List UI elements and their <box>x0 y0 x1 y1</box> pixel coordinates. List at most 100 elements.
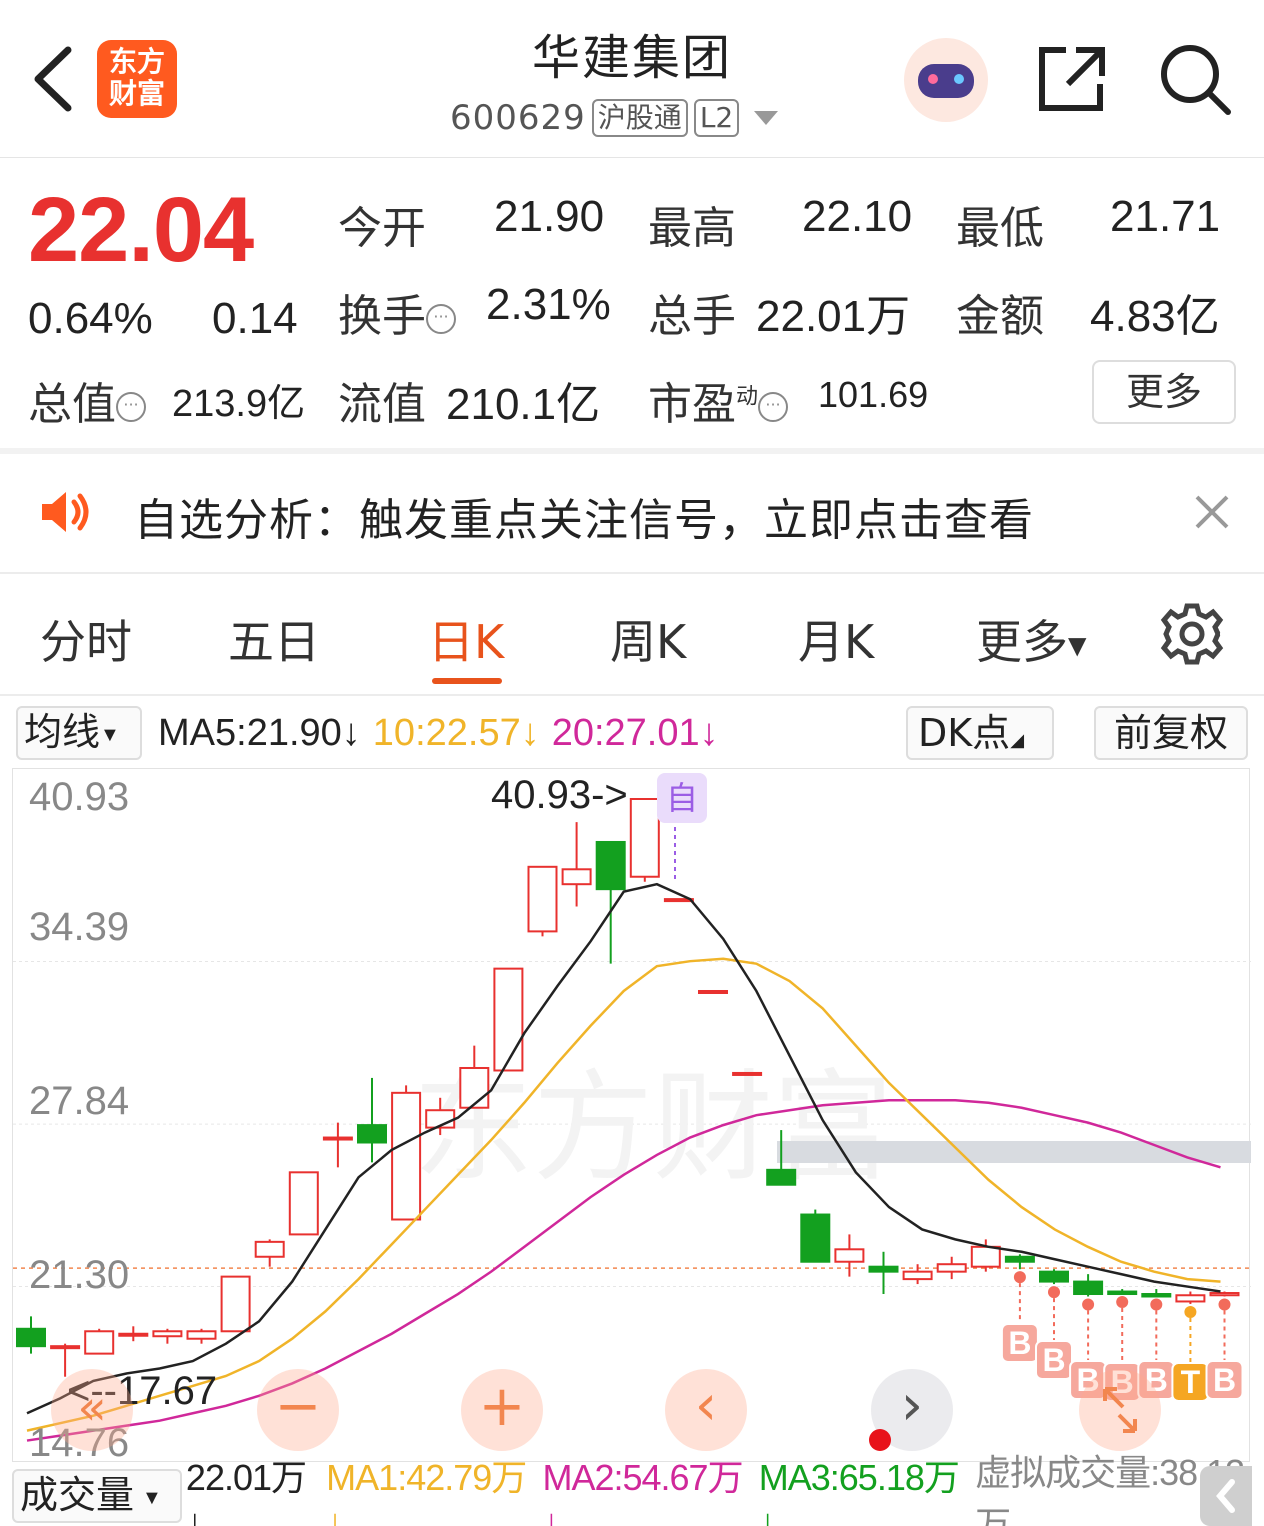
settings-gear-icon[interactable] <box>1160 602 1224 666</box>
candle <box>868 1251 899 1295</box>
tab-intraday[interactable]: 分时 <box>40 606 132 672</box>
float-value: 210.1亿 <box>446 380 601 429</box>
tab-five-day[interactable]: 五日 <box>228 606 320 672</box>
speaker-icon <box>42 492 89 532</box>
signal-label: B <box>1008 1325 1031 1361</box>
volume-ma1: MA1:42.79万↓ <box>326 1457 527 1526</box>
candle-body <box>834 1248 865 1263</box>
candle <box>1175 1291 1206 1304</box>
down-arrow-icon: ↓ <box>341 711 361 754</box>
signal-dot <box>1048 1286 1060 1299</box>
tab-monthly-k[interactable]: 月K <box>798 606 874 672</box>
expand-arrows-icon <box>1103 1387 1137 1433</box>
self-select-tag[interactable]: 自 <box>657 773 707 823</box>
candle <box>1039 1269 1069 1285</box>
candle <box>288 1171 319 1236</box>
zoom-in-button[interactable]: + <box>461 1369 543 1451</box>
ma-selector-label: 均线 <box>24 712 101 754</box>
candle <box>732 1071 763 1076</box>
pe-label[interactable]: 市盈动 ··· <box>648 368 789 432</box>
candle-body <box>629 798 660 878</box>
last-price: 22.04 <box>28 179 254 281</box>
turnover-label-text: 换手 <box>338 291 426 342</box>
y-label-2: 34.39 <box>29 905 130 949</box>
close-icon[interactable] <box>1194 494 1230 530</box>
more-quote-button[interactable]: 更多 <box>1092 360 1236 424</box>
candle <box>322 1122 353 1168</box>
red-dot-indicator <box>869 1429 891 1451</box>
candle-body <box>186 1330 217 1340</box>
candle-body <box>288 1171 319 1236</box>
stock-code: 600629 <box>450 98 586 138</box>
candle <box>936 1256 967 1280</box>
candle <box>800 1209 831 1263</box>
candle-body <box>1039 1270 1069 1283</box>
max-annotation: 40.93-> <box>491 773 628 817</box>
dropdown-triangle-icon: ▼ <box>142 1486 162 1509</box>
volume-ma2: MA2:54.67万↓ <box>542 1457 743 1526</box>
divider <box>0 694 1264 696</box>
search-icon[interactable] <box>1158 42 1232 116</box>
candle <box>527 865 558 937</box>
signal-dot <box>1150 1298 1163 1311</box>
volume-current: 22.01万↓ <box>185 1457 307 1526</box>
volume-label: 总手 <box>648 291 736 342</box>
expand-button[interactable] <box>1079 1369 1161 1451</box>
side-panel-toggle[interactable] <box>1200 1466 1252 1526</box>
ma-legend-row: 均线▼ MA5:21.90 ↓ 10:22.57 ↓ 20:27.01 ↓ <box>16 706 719 760</box>
share-icon[interactable] <box>1036 44 1108 114</box>
tab-more[interactable]: 更多▼ <box>976 606 1086 672</box>
candle-body <box>16 1327 46 1348</box>
candle-body <box>50 1345 81 1350</box>
high-value: 22.10 <box>802 192 913 241</box>
zoom-out-button[interactable]: − <box>257 1369 339 1451</box>
candle <box>152 1328 183 1344</box>
scroll-first-button[interactable]: « <box>51 1369 133 1451</box>
pe-label-text: 市盈 <box>648 379 736 430</box>
candle <box>254 1239 285 1267</box>
change-amount: 0.14 <box>212 294 298 343</box>
prev-button[interactable]: ‹ <box>665 1369 747 1451</box>
adjust-button[interactable]: 前复权 <box>1094 706 1248 760</box>
candle <box>1209 1291 1240 1297</box>
turnover-label[interactable]: 换手 ··· <box>338 280 456 344</box>
tab-daily-k[interactable]: 日K <box>428 606 504 672</box>
kline-chart[interactable]: 东方财富 BBBBBTB 40.93 34.39 27.84 21.30 14.… <box>12 768 1251 1465</box>
candle <box>1004 1254 1035 1270</box>
notice-text[interactable]: 自选分析：触发重点关注信号，立即点击查看 <box>134 484 1034 548</box>
candle-body <box>902 1270 933 1281</box>
candle <box>84 1328 115 1355</box>
candle-body <box>391 1091 422 1221</box>
robot-assistant-icon[interactable] <box>904 38 988 122</box>
candle-body <box>698 989 728 994</box>
ma-selector[interactable]: 均线▼ <box>16 706 142 760</box>
open-value: 21.90 <box>494 192 605 241</box>
volume-selector[interactable]: 成交量 ▼ <box>12 1469 182 1523</box>
dk-point-button[interactable]: DK点◢ <box>906 706 1054 760</box>
info-icon[interactable]: ··· <box>116 392 146 422</box>
info-icon[interactable]: ··· <box>758 392 789 422</box>
stock-code-row[interactable]: 600629 沪股通 L2 <box>450 96 781 140</box>
active-tab-indicator <box>432 678 502 684</box>
connect-tag: 沪股通 <box>591 99 688 137</box>
candle-body <box>118 1332 149 1337</box>
volume-selector-label: 成交量 <box>20 1475 135 1517</box>
candle-body <box>970 1245 1001 1268</box>
candle-body <box>766 1168 797 1186</box>
candle-body <box>1209 1292 1240 1297</box>
dropdown-triangle-icon: ▼ <box>1068 631 1087 660</box>
y-label-4: 21.30 <box>29 1253 130 1297</box>
tab-weekly-k[interactable]: 周K <box>610 606 686 672</box>
signal-label: B <box>1042 1342 1065 1378</box>
candle-body <box>152 1330 183 1338</box>
divider <box>0 448 1264 454</box>
pe-value: 101.69 <box>818 374 929 415</box>
signal-dot <box>1184 1305 1197 1318</box>
ma5-value: MA5:21.90 <box>158 711 342 754</box>
candle <box>118 1326 149 1342</box>
info-icon[interactable]: ··· <box>426 304 456 334</box>
down-arrow-icon: ↓ <box>699 711 719 754</box>
mcap-label[interactable]: 总值 ··· <box>28 368 146 432</box>
open-label: 今开 <box>338 203 426 254</box>
candle-body <box>84 1330 115 1355</box>
